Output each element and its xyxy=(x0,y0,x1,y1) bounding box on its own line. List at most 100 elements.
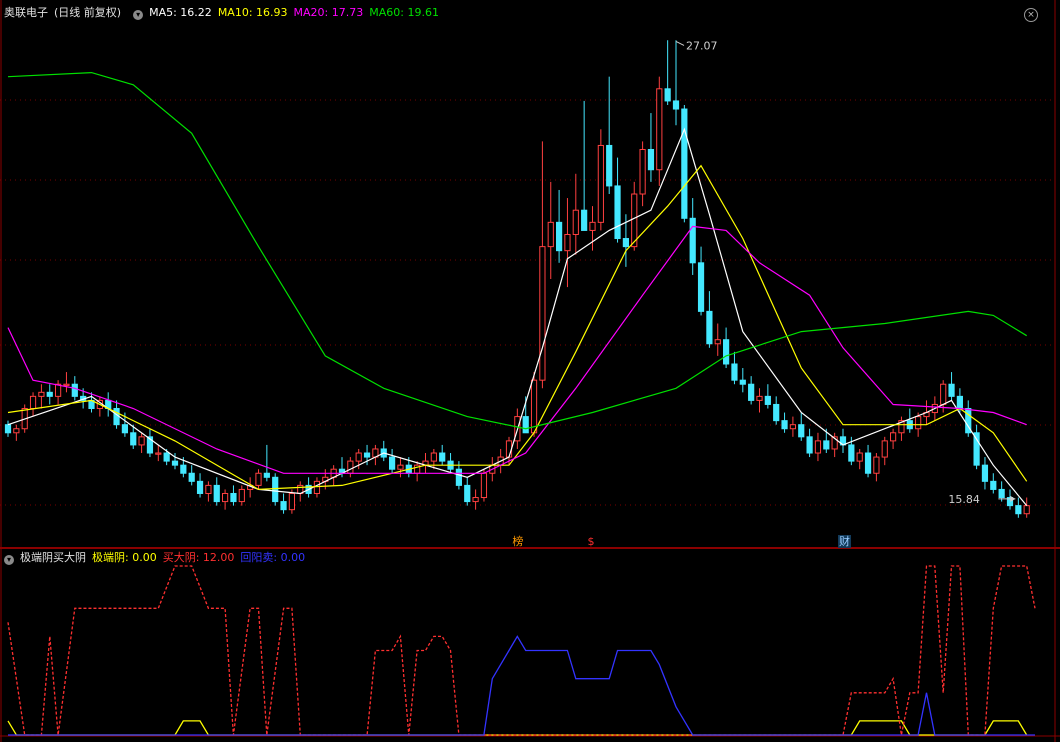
settings-icon[interactable]: ▾ xyxy=(133,10,144,20)
ma-legend-item: MA5: 16.22 xyxy=(149,6,212,19)
candle-body xyxy=(656,88,663,171)
candle-body xyxy=(973,432,980,466)
candle-body xyxy=(13,428,20,434)
candle-body xyxy=(389,456,396,470)
candle-body xyxy=(823,440,830,450)
candle-body xyxy=(597,144,604,223)
candle-body xyxy=(138,436,145,446)
ma-line-ma5 xyxy=(7,127,1028,506)
indicator-legend-item: 买大阴: 12.00 xyxy=(162,551,235,564)
candle-body xyxy=(238,488,245,503)
candle-body xyxy=(430,452,437,462)
candle-body xyxy=(464,484,471,503)
indicator-settings-icon[interactable]: ▾ xyxy=(4,555,14,565)
candle-body xyxy=(748,383,755,401)
indicator-line-1 xyxy=(7,720,1028,736)
candle-body xyxy=(731,363,738,381)
candle-body xyxy=(990,480,997,490)
candle-body xyxy=(564,233,571,252)
candle-body xyxy=(522,416,529,434)
candle-body xyxy=(439,452,446,462)
candle-body xyxy=(539,246,546,381)
candle-body xyxy=(288,492,295,511)
candle-body xyxy=(29,395,37,409)
candle-body xyxy=(631,193,638,248)
candle-body xyxy=(272,476,279,503)
candle-body xyxy=(856,452,863,462)
candle-body xyxy=(188,472,195,482)
candle-body xyxy=(940,383,947,405)
candle-body xyxy=(589,221,596,231)
candle-body xyxy=(556,221,563,252)
candle-body xyxy=(915,416,922,430)
candle-body xyxy=(171,460,179,466)
candle-body xyxy=(864,452,872,474)
candle-body xyxy=(455,468,462,486)
candle-body xyxy=(756,395,763,401)
candle-body xyxy=(55,383,62,397)
candle-body xyxy=(355,452,362,462)
candle-body xyxy=(606,144,613,187)
candle-body xyxy=(956,395,963,409)
high-price-label: 27.07 xyxy=(686,39,718,52)
candle-body xyxy=(313,480,321,494)
main-legend: 奥联电子 (日线 前复权) ▾ MA5: 16.22 MA10: 16.93 MA20: … xyxy=(4,6,445,20)
ma-line-ma60 xyxy=(7,71,1028,430)
candle-body xyxy=(363,452,371,458)
candle-body xyxy=(347,460,354,474)
stock-title[interactable]: 奥联电子 (日线 前复权) xyxy=(4,6,127,19)
candle-body xyxy=(890,432,897,442)
candle-body xyxy=(547,221,554,248)
candle-body xyxy=(121,424,129,434)
candle-body xyxy=(789,424,796,430)
indicator-legend: ▾ 极端阴买大阴 极端阴: 0.00 买大阴: 12.00 回阳卖: 0.00 xyxy=(4,551,311,565)
candle-body xyxy=(222,492,229,503)
candle-body xyxy=(664,88,671,102)
candle-body xyxy=(806,436,813,454)
candle-body xyxy=(647,149,655,171)
candle-body xyxy=(998,488,1005,499)
candle-body xyxy=(614,185,621,240)
candle-body xyxy=(981,464,989,482)
event-marker[interactable]: 财 xyxy=(838,535,851,548)
candle-body xyxy=(1015,505,1022,515)
candle-body xyxy=(572,209,579,235)
candle-body xyxy=(263,472,270,478)
candle-body xyxy=(205,484,212,494)
candle-body xyxy=(723,339,730,365)
candle-body xyxy=(798,424,805,438)
candle-body xyxy=(781,420,788,430)
candle-body xyxy=(130,432,137,446)
close-icon[interactable]: × xyxy=(1024,8,1038,22)
candle-body xyxy=(505,440,513,458)
candle-body xyxy=(63,383,70,386)
candle-body xyxy=(196,480,204,494)
ma-legend-item: MA10: 16.93 xyxy=(217,6,288,19)
ma-legend: MA5: 16.22 MA10: 16.93 MA20: 17.73 MA60: 19… xyxy=(149,6,445,19)
high-pointer xyxy=(675,41,685,46)
candle-body xyxy=(697,262,705,312)
candle-body xyxy=(46,391,53,397)
candle-body xyxy=(622,238,629,248)
indicator-line-3 xyxy=(8,635,1035,736)
candle-body xyxy=(4,424,12,434)
candle-body xyxy=(213,484,220,503)
candle-body xyxy=(581,209,588,231)
candle-body xyxy=(38,391,45,397)
event-marker[interactable]: $ xyxy=(588,535,595,548)
event-marker[interactable]: 榜 xyxy=(512,535,523,548)
indicator-name[interactable]: 极端阴买大阴 xyxy=(20,551,86,564)
low-price-label: 15.84 xyxy=(948,493,980,506)
candle-body xyxy=(714,339,721,345)
ma-legend-item: MA20: 17.73 xyxy=(293,6,364,19)
candle-body xyxy=(530,379,538,434)
stock-chart-window: 27.07 15.84 奥联电子 (日线 前复权) ▾ MA5: 16.22 MA10: … xyxy=(0,0,1060,742)
indicator-legend-item: 极端阴: 0.00 xyxy=(92,551,157,564)
candle-body xyxy=(472,497,479,503)
candle-body xyxy=(280,501,287,511)
candle-body xyxy=(739,379,746,385)
chart-canvas[interactable]: 27.07 15.84 xyxy=(0,0,1060,742)
candle-body xyxy=(689,217,696,264)
candle-body xyxy=(672,100,680,110)
candle-body xyxy=(155,452,162,455)
